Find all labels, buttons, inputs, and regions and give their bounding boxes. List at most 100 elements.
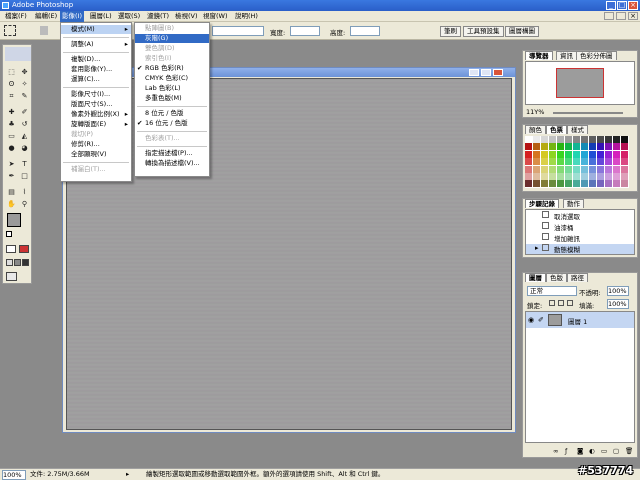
- color-swatch[interactable]: [573, 150, 580, 158]
- marquee-preset-icon[interactable]: [4, 25, 16, 36]
- history-item[interactable]: 取消選取: [526, 211, 634, 221]
- lasso-icon[interactable]: ʘ: [6, 79, 17, 89]
- color-swatch[interactable]: [549, 165, 556, 173]
- blur-icon[interactable]: ●: [6, 143, 17, 153]
- color-swatch[interactable]: [533, 173, 540, 180]
- pen-icon[interactable]: ✒: [6, 171, 17, 181]
- color-swatch[interactable]: [589, 150, 596, 158]
- color-swatch[interactable]: [557, 180, 564, 188]
- status-arrow-icon[interactable]: ▸: [126, 469, 129, 480]
- mode-menu-item[interactable]: 轉換為描述檔(V)...: [135, 159, 209, 168]
- color-swatch[interactable]: [621, 150, 628, 158]
- quick-mask-icon[interactable]: [19, 245, 29, 253]
- clone-stamp-icon[interactable]: ♣: [6, 119, 17, 129]
- color-swatch[interactable]: [613, 165, 620, 173]
- color-swatch[interactable]: [589, 136, 596, 143]
- notes-icon[interactable]: ▤: [6, 187, 17, 197]
- color-swatch[interactable]: [621, 180, 628, 188]
- adjustment-layer-icon[interactable]: ◐: [589, 447, 595, 455]
- color-swatch[interactable]: [605, 136, 612, 143]
- lock-pixels-icon[interactable]: [558, 300, 564, 306]
- color-swatch[interactable]: [565, 180, 572, 188]
- color-swatch[interactable]: [525, 180, 532, 188]
- color-swatch[interactable]: [565, 165, 572, 173]
- color-swatch[interactable]: [541, 173, 548, 180]
- style-select[interactable]: [212, 26, 264, 36]
- color-swatch[interactable]: [613, 136, 620, 143]
- brush-icon[interactable]: ✐: [19, 107, 30, 117]
- color-swatch[interactable]: [533, 165, 540, 173]
- foreground-color-swatch[interactable]: [7, 213, 21, 227]
- color-swatch[interactable]: [621, 165, 628, 173]
- color-swatch[interactable]: [533, 150, 540, 158]
- type-tool-icon[interactable]: T: [19, 159, 30, 169]
- color-swatch[interactable]: [541, 180, 548, 188]
- eye-icon[interactable]: ◉: [528, 316, 534, 324]
- menu-help[interactable]: 說明(H): [233, 11, 260, 22]
- menu-select[interactable]: 選取(S): [116, 11, 142, 22]
- color-swatch[interactable]: [621, 143, 628, 151]
- opacity-input[interactable]: 100%: [607, 286, 629, 296]
- color-swatch[interactable]: [621, 136, 628, 143]
- color-swatch[interactable]: [557, 158, 564, 166]
- color-swatch[interactable]: [621, 173, 628, 180]
- image-canvas[interactable]: [66, 78, 512, 430]
- doc-close-icon[interactable]: ×: [628, 12, 638, 20]
- tab-actions[interactable]: 動作: [563, 199, 584, 208]
- tab-info[interactable]: 資訊: [556, 51, 577, 60]
- hand-icon[interactable]: ✋: [6, 199, 17, 209]
- color-swatch[interactable]: [597, 158, 604, 166]
- lock-transparency-icon[interactable]: [549, 300, 555, 306]
- color-swatch[interactable]: [605, 173, 612, 180]
- color-swatch[interactable]: [557, 150, 564, 158]
- color-swatch[interactable]: [581, 143, 588, 151]
- doc-minimize-icon[interactable]: [604, 12, 614, 20]
- navigator-view-box[interactable]: [556, 68, 604, 98]
- mode-menu-item[interactable]: CMYK 色彩(C): [135, 74, 209, 83]
- selection-mode-icon[interactable]: [40, 26, 48, 35]
- color-swatch[interactable]: [581, 136, 588, 143]
- color-swatch[interactable]: [565, 143, 572, 151]
- tab-layers[interactable]: 圖層: [525, 273, 546, 282]
- color-swatch[interactable]: [565, 136, 572, 143]
- color-swatch[interactable]: [541, 158, 548, 166]
- mode-menu-item[interactable]: 灰階(G): [135, 34, 209, 43]
- crop-icon[interactable]: ⌗: [6, 91, 17, 101]
- color-swatch[interactable]: [525, 136, 532, 143]
- trash-icon[interactable]: 🗑: [625, 447, 633, 455]
- color-swatch[interactable]: [581, 150, 588, 158]
- tab-histogram[interactable]: 色彩分佈圖: [576, 51, 617, 60]
- color-swatch[interactable]: [597, 143, 604, 151]
- doc-win-close-icon[interactable]: [493, 69, 503, 76]
- image-menu-item[interactable]: 調整(A) ▸: [61, 40, 131, 49]
- color-swatch[interactable]: [525, 173, 532, 180]
- color-swatch[interactable]: [557, 136, 564, 143]
- palette-tab-tool-presets[interactable]: 工具預設集: [463, 26, 504, 37]
- slice-icon[interactable]: ✎: [19, 91, 30, 101]
- color-swatch[interactable]: [565, 158, 572, 166]
- color-swatch[interactable]: [549, 173, 556, 180]
- color-swatch[interactable]: [597, 173, 604, 180]
- color-swatch[interactable]: [613, 158, 620, 166]
- color-swatch[interactable]: [597, 180, 604, 188]
- color-swatch[interactable]: [541, 143, 548, 151]
- color-swatch[interactable]: [565, 173, 572, 180]
- color-swatch[interactable]: [597, 165, 604, 173]
- dodge-icon[interactable]: ◕: [19, 143, 30, 153]
- path-select-icon[interactable]: ➤: [6, 159, 17, 169]
- zoom-level-input[interactable]: 100%: [2, 470, 26, 480]
- color-swatch[interactable]: [589, 143, 596, 151]
- new-layer-icon[interactable]: ▢: [613, 447, 619, 455]
- color-swatch[interactable]: [597, 150, 604, 158]
- screen-mode-standard-icon[interactable]: [6, 259, 13, 266]
- color-swatch[interactable]: [525, 150, 532, 158]
- doc-restore-icon[interactable]: [616, 12, 626, 20]
- fill-input[interactable]: 100%: [607, 299, 629, 309]
- maximize-button[interactable]: □: [617, 1, 627, 10]
- color-swatch[interactable]: [533, 136, 540, 143]
- close-button[interactable]: ×: [628, 1, 638, 10]
- navigator-zoom-value[interactable]: 11Y%: [526, 108, 544, 116]
- color-swatch[interactable]: [525, 143, 532, 151]
- palette-tab-brushes[interactable]: 筆刷: [440, 26, 461, 37]
- color-swatch[interactable]: [533, 158, 540, 166]
